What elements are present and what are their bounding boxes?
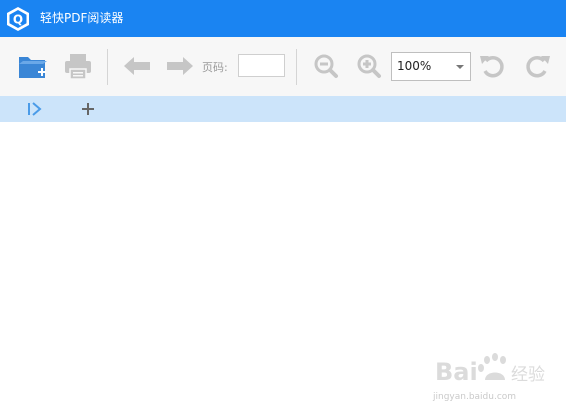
rotate-left-button[interactable] — [477, 50, 509, 82]
baidu-jingyan-logo-icon: Bai 经验 — [435, 353, 545, 386]
zoom-out-icon — [314, 54, 338, 78]
toolbar-separator — [107, 49, 108, 85]
rotate-left-icon — [480, 56, 504, 78]
tab-strip — [0, 96, 566, 122]
sidebar-toggle-icon[interactable] — [27, 102, 43, 116]
app-title: 轻快PDF阅读器 — [40, 11, 124, 25]
open-file-button[interactable] — [17, 50, 49, 82]
toolbar: 页码: 100% — [0, 37, 566, 96]
zoom-level-select[interactable]: 100% — [391, 52, 471, 81]
folder-open-icon — [19, 57, 47, 78]
rotate-right-icon — [526, 56, 550, 78]
toolbar-separator — [296, 49, 297, 85]
title-bar: Q 轻快PDF阅读器 — [0, 0, 566, 37]
page-label: 页码: — [202, 61, 228, 74]
svg-text:经验: 经验 — [511, 365, 545, 385]
watermark-url: jingyan.baidu.com — [433, 392, 517, 402]
svg-text:Q: Q — [13, 13, 23, 27]
svg-text:Bai: Bai — [435, 358, 478, 386]
zoom-in-icon — [357, 54, 381, 78]
zoom-in-button[interactable] — [353, 50, 385, 82]
watermark: Bai 经验 jingyan.baidu.com — [433, 346, 561, 404]
plus-icon[interactable] — [80, 101, 96, 117]
zoom-level-value: 100% — [397, 59, 432, 73]
rotate-right-button[interactable] — [521, 50, 553, 82]
app-logo-icon: Q — [7, 7, 29, 31]
page-number-input[interactable] — [238, 54, 285, 77]
zoom-out-button[interactable] — [310, 50, 342, 82]
arrow-right-icon — [167, 57, 193, 75]
print-button[interactable] — [62, 50, 94, 82]
printer-icon — [65, 54, 91, 80]
previous-page-button[interactable] — [121, 50, 153, 82]
next-page-button[interactable] — [164, 50, 196, 82]
arrow-left-icon — [124, 57, 150, 75]
chevron-down-icon — [456, 65, 464, 69]
